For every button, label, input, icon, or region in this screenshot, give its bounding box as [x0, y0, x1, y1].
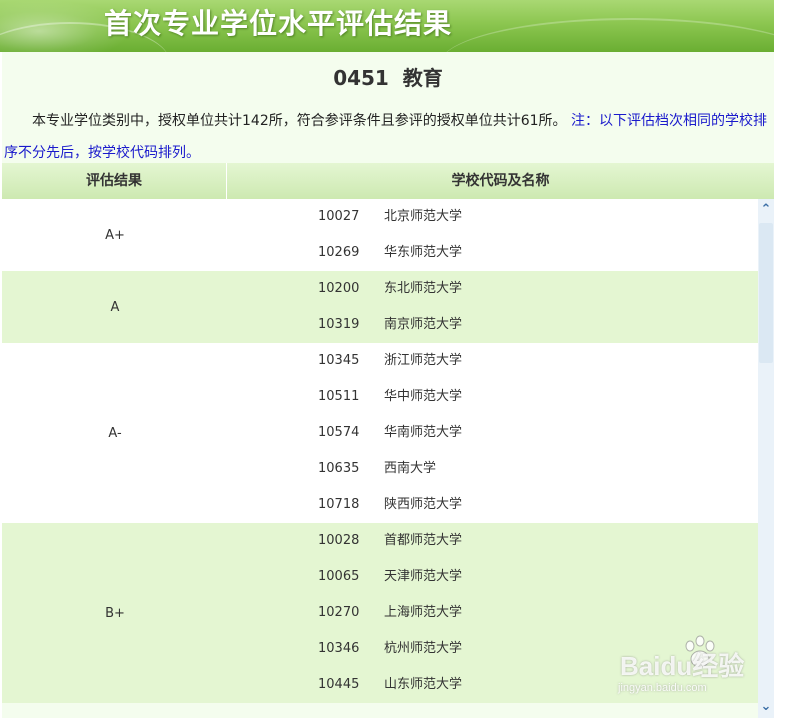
scrollbar-thumb[interactable] [759, 223, 773, 363]
table-row: 10345 浙江师范大学 [228, 343, 758, 379]
banner-arc-decoration [440, 18, 774, 52]
school-name: 天津师范大学 [384, 569, 463, 584]
school-name: 陕西师范大学 [384, 497, 463, 512]
school-code: 10718 [318, 497, 360, 512]
school-code: 10574 [318, 425, 360, 440]
results-panel: 0451 教育 本专业学位类别中，授权单位共计142所，符合参评条件且参评的授权… [2, 52, 774, 718]
school-code: 10635 [318, 461, 360, 476]
grade-group: A+ 10027 北京师范大学 10269 华东师范大学 [2, 199, 758, 271]
banner-title: 首次专业学位水平评估结果 [104, 7, 453, 40]
school-name: 北京师范大学 [384, 209, 463, 224]
school-code: 10345 [318, 353, 360, 368]
chevron-up-icon[interactable]: ⌃ [758, 199, 774, 221]
school-code: 10270 [318, 605, 360, 620]
school-name: 首都师范大学 [384, 533, 463, 548]
intro-paragraph: 本专业学位类别中，授权单位共计142所，符合参评条件且参评的授权单位共计61所。… [4, 105, 774, 169]
school-name: 上海师范大学 [384, 605, 463, 620]
grade-group: A- 10345 浙江师范大学 10511 华中师范大学 10574 华南师范大学 10635… [2, 343, 758, 523]
school-name: 西南大学 [384, 461, 437, 476]
school-name: 浙江师范大学 [384, 353, 463, 368]
table-row: 10718 陕西师范大学 [228, 487, 758, 523]
school-code: 10269 [318, 245, 360, 260]
school-name: 华南师范大学 [384, 425, 463, 440]
page-banner: 首次专业学位水平评估结果 [0, 0, 774, 52]
school-code: 10319 [318, 317, 360, 332]
school-code: 10027 [318, 209, 360, 224]
table-header: 评估结果 学校代码及名称 [2, 163, 774, 199]
table-row: 10270 上海师范大学 [228, 595, 758, 631]
school-name: 南京师范大学 [384, 317, 463, 332]
grade-cell: B+ [105, 605, 125, 621]
table-row: 10346 杭州师范大学 [228, 631, 758, 667]
table-row: 10028 首都师范大学 [228, 523, 758, 559]
school-code: 10346 [318, 641, 360, 656]
results-table-body[interactable]: A+ 10027 北京师范大学 10269 华东师范大学 A 10200 东北师范大学 1031… [2, 199, 758, 718]
chevron-down-icon[interactable]: ⌄ [758, 696, 774, 718]
school-code: 10028 [318, 533, 360, 548]
table-row: 10511 华中师范大学 [228, 379, 758, 415]
grade-group: B+ 10028 首都师范大学 10065 天津师范大学 10270 上海师范大学 10346… [2, 523, 758, 703]
table-row: 10269 华东师范大学 [228, 235, 758, 271]
grade-cell: A+ [105, 227, 125, 243]
school-code: 10445 [318, 677, 360, 692]
table-scrollbar[interactable]: ⌃ ⌄ [758, 199, 774, 718]
grade-group: A 10200 东北师范大学 10319 南京师范大学 [2, 271, 758, 343]
table-row: 10027 北京师范大学 [228, 199, 758, 235]
subject-name: 教育 [402, 66, 443, 90]
column-header-grade: 评估结果 [2, 163, 227, 199]
table-row: 10635 西南大学 [228, 451, 758, 487]
page-margin [774, 0, 804, 718]
school-code: 10511 [318, 389, 360, 404]
subject-title: 0451 教育 [2, 62, 774, 91]
table-row: 10445 山东师范大学 [228, 667, 758, 703]
intro-text: 本专业学位类别中，授权单位共计142所，符合参评条件且参评的授权单位共计61所。 [32, 113, 567, 129]
table-row: 10574 华南师范大学 [228, 415, 758, 451]
grade-cell: A [110, 299, 120, 315]
subject-code: 0451 [333, 66, 389, 90]
school-name: 杭州师范大学 [384, 641, 463, 656]
column-header-school: 学校代码及名称 [451, 173, 550, 189]
grade-cell: A- [108, 425, 122, 441]
school-code: 10065 [318, 569, 360, 584]
table-row: 10200 东北师范大学 [228, 271, 758, 307]
school-name: 山东师范大学 [384, 677, 463, 692]
school-name: 华东师范大学 [384, 245, 463, 260]
table-row: 10065 天津师范大学 [228, 559, 758, 595]
school-name: 东北师范大学 [384, 281, 463, 296]
school-code: 10200 [318, 281, 360, 296]
table-row: 10319 南京师范大学 [228, 307, 758, 343]
school-name: 华中师范大学 [384, 389, 463, 404]
